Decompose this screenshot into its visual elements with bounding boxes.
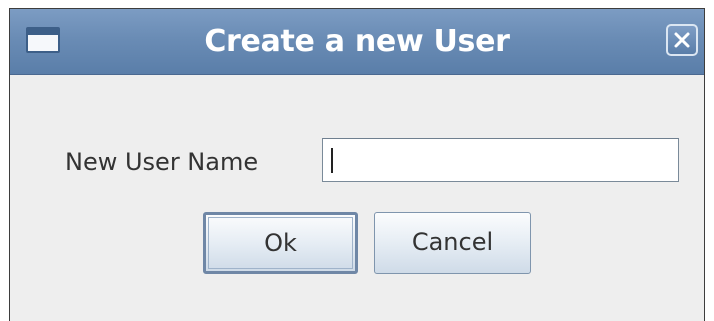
cancel-button[interactable]: Cancel	[374, 212, 531, 274]
text-caret	[331, 148, 333, 173]
close-icon	[674, 32, 690, 48]
create-user-dialog: Create a new User New User Name Ok Cance…	[9, 8, 705, 321]
new-user-name-input[interactable]	[322, 138, 679, 182]
cancel-button-label: Cancel	[411, 228, 494, 256]
ok-button[interactable]: Ok	[203, 212, 358, 274]
dialog-content: New User Name Ok Cancel	[10, 75, 704, 321]
focus-ring	[208, 217, 353, 269]
title-bar[interactable]: Create a new User	[10, 9, 704, 75]
close-button[interactable]	[666, 24, 698, 56]
new-user-name-label: New User Name	[65, 148, 259, 176]
dialog-title: Create a new User	[204, 24, 510, 59]
